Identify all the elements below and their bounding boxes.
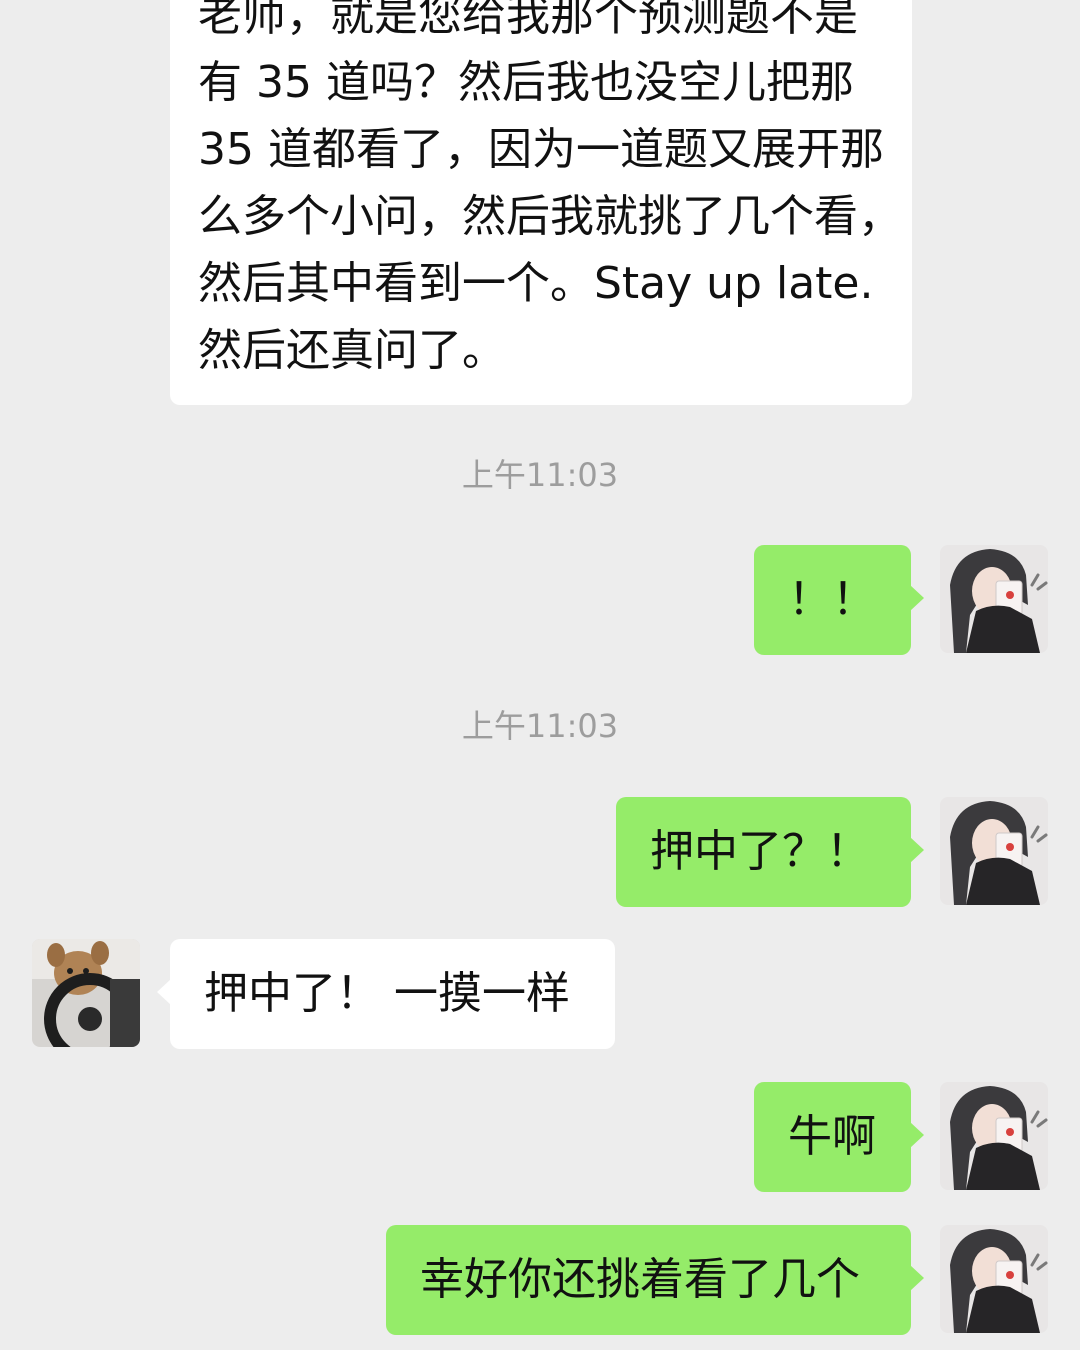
contact-avatar[interactable] (32, 939, 140, 1047)
girl-covering-face-icon (940, 1082, 1048, 1190)
message-text: ！！ (788, 574, 876, 625)
message-line: 然后其中看到一个。Stay up late. (198, 258, 874, 309)
message-line: 然后还真问了。 (198, 325, 506, 376)
girl-covering-face-icon (940, 797, 1048, 905)
my-avatar[interactable] (940, 797, 1048, 905)
message-bubble-outgoing[interactable]: 幸好你还挑着看了几个 (386, 1225, 924, 1335)
message-text: 牛啊 (788, 1111, 876, 1162)
my-avatar[interactable] (940, 1082, 1048, 1190)
message-line: 有 35 道吗？然后我也没空儿把那 (198, 57, 854, 108)
timestamp: 上午11:03 (461, 707, 619, 745)
message-text: 押中了！ 一摸一样 (204, 968, 570, 1019)
chat-window: 老师，就是您给我那个预测题不是 有 35 道吗？然后我也没空儿把那 35 道都看… (0, 0, 1080, 1350)
message-line: 么多个小问，然后我就挑了几个看， (198, 191, 902, 242)
message-line: 老师，就是您给我那个预测题不是 (198, 0, 858, 41)
message-text: 幸好你还挑着看了几个 (420, 1254, 860, 1305)
message-line: 35 道都看了，因为一道题又展开那 (198, 124, 884, 175)
my-avatar[interactable] (940, 1225, 1048, 1333)
dog-driving-icon (32, 939, 140, 1047)
girl-covering-face-icon (940, 1225, 1048, 1333)
message-bubble-outgoing[interactable]: ！！ (754, 545, 924, 655)
message-bubble-incoming[interactable]: 押中了！ 一摸一样 (157, 939, 615, 1049)
message-bubble-outgoing[interactable]: 押中了？！ (616, 797, 924, 907)
message-text: 押中了？！ (650, 826, 870, 877)
message-bubble-outgoing[interactable]: 牛啊 (754, 1082, 924, 1192)
girl-covering-face-icon (940, 545, 1048, 653)
message-bubble-incoming[interactable]: 老师，就是您给我那个预测题不是 有 35 道吗？然后我也没空儿把那 35 道都看… (170, 0, 912, 405)
my-avatar[interactable] (940, 545, 1048, 653)
timestamp: 上午11:03 (461, 456, 619, 494)
